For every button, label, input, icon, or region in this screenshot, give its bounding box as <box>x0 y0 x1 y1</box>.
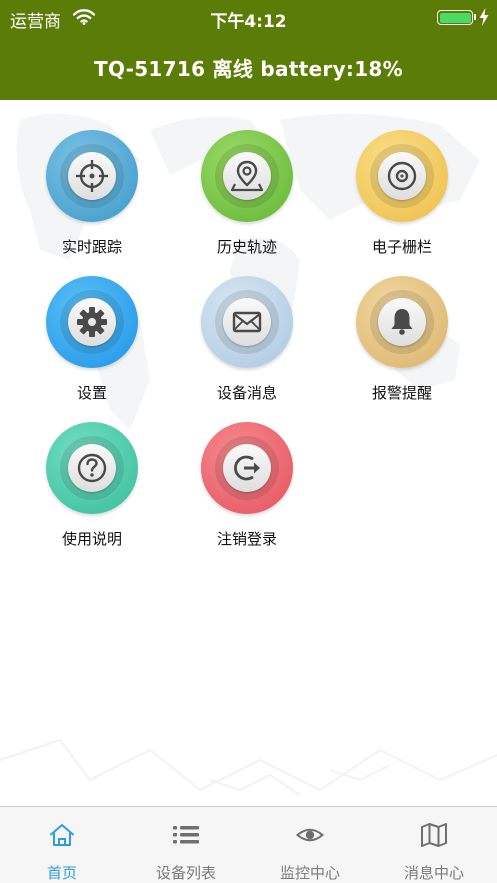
tile-device-messages[interactable]: 设备消息 <box>172 246 322 402</box>
history-track-button[interactable] <box>201 130 293 222</box>
logout-icon <box>234 455 260 481</box>
tile-history-track[interactable]: 历史轨迹 <box>172 100 322 256</box>
tab-label: 消息中心 <box>403 864 464 882</box>
charging-bolt-icon <box>479 8 489 26</box>
status-bar: 运营商 下午4:12 <box>0 0 497 36</box>
realtime-tracking-button[interactable] <box>46 130 138 222</box>
gear-icon <box>77 307 107 337</box>
tab-message-center[interactable]: 消息中心 <box>372 807 496 883</box>
eye-icon <box>296 828 324 842</box>
bell-icon <box>391 309 413 335</box>
tile-label: 报警提醒 <box>371 384 432 402</box>
main-content: 实时跟踪 历史轨迹 电子栅栏 设置 设备消息 报警提醒 使用说明 注销登录 <box>0 100 497 806</box>
map-pin-icon <box>230 160 264 192</box>
envelope-icon <box>232 311 262 333</box>
tab-bar: 首页 设备列表 监控中心 消息中心 <box>0 806 497 883</box>
tab-label: 设备列表 <box>155 864 216 882</box>
tile-alarm-reminder[interactable]: 报警提醒 <box>327 246 477 402</box>
list-icon <box>173 826 199 844</box>
tab-label: 首页 <box>46 864 77 882</box>
crosshair-icon <box>76 160 108 192</box>
page-title: TQ-51716 离线 battery:18% <box>94 57 403 81</box>
device-messages-button[interactable] <box>201 276 293 368</box>
tile-logout[interactable]: 注销登录 <box>172 392 322 548</box>
tile-user-guide[interactable]: 使用说明 <box>17 392 167 548</box>
battery-icon <box>437 10 476 25</box>
tab-device-list[interactable]: 设备列表 <box>124 807 248 883</box>
disc-icon <box>387 161 417 191</box>
tile-realtime-tracking[interactable]: 实时跟踪 <box>17 100 167 256</box>
status-time: 下午4:12 <box>210 12 287 32</box>
tab-monitor-center[interactable]: 监控中心 <box>248 807 372 883</box>
home-icon <box>50 824 74 846</box>
logout-button[interactable] <box>201 422 293 514</box>
tile-label: 注销登录 <box>216 530 277 548</box>
tab-label: 监控中心 <box>279 864 340 882</box>
user-guide-button[interactable] <box>46 422 138 514</box>
header: 运营商 下午4:12 TQ-51716 离线 battery:18% <box>0 0 497 100</box>
tile-label: 使用说明 <box>61 530 122 548</box>
alarm-reminder-button[interactable] <box>356 276 448 368</box>
tile-geofence[interactable]: 电子栅栏 <box>327 100 477 256</box>
map-icon <box>421 823 447 847</box>
geofence-button[interactable] <box>356 130 448 222</box>
question-icon <box>77 453 107 483</box>
tab-home[interactable]: 首页 <box>0 807 124 883</box>
settings-button[interactable] <box>46 276 138 368</box>
tile-settings[interactable]: 设置 <box>17 246 167 402</box>
